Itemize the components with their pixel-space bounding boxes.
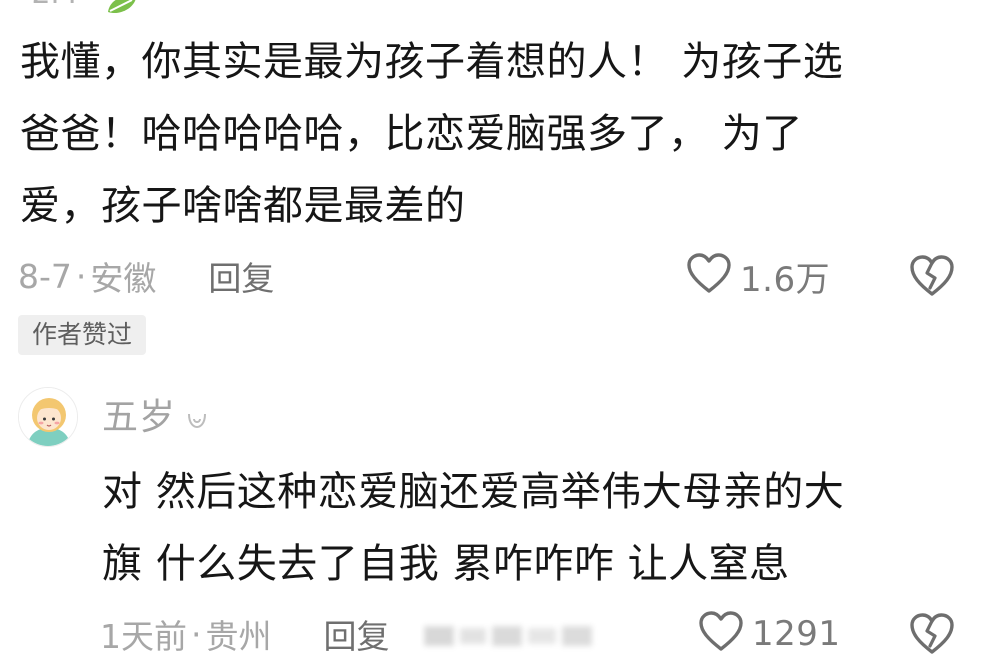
cartoon-girl-avatar <box>19 388 77 446</box>
comment-1-like-count: 1.6万 <box>740 259 831 300</box>
comment-1-body: 我懂，你其实是最为孩子着想的人！ 为孩子选 爸爸！哈哈哈哈哈，比恋爱脑强多了， … <box>20 26 843 242</box>
comment-1-line-1: 我懂，你其实是最为孩子着想的人！ 为孩子选 <box>20 39 844 85</box>
comment-2-dislike-button[interactable] <box>908 612 956 660</box>
comment-2-like-count: 1291 <box>752 614 841 654</box>
comment-1-meta: 8-7 · 安徽 回复 <box>18 256 274 299</box>
avatar[interactable] <box>18 387 78 447</box>
comment-1-line-2: 爸爸！哈哈哈哈哈，比恋爱脑强多了， 为了 <box>20 111 803 157</box>
comment-1-line-3: 爱，孩子啥啥都是最差的 <box>20 183 466 229</box>
small-badge-icon <box>186 410 208 434</box>
comment-2-location: 贵州 <box>205 617 272 656</box>
blurred-watermark <box>420 614 600 654</box>
author-liked-badge: 作者赞过 <box>18 315 147 355</box>
heart-outline-icon <box>698 611 744 657</box>
meta-separator: · <box>75 256 87 296</box>
heart-outline-icon <box>686 253 732 299</box>
comment-2-body: 对 然后这种恋爱脑还爱高举伟大母亲的大 旗 什么失去了自我 累咋咋咋 让人窒息 <box>102 456 844 600</box>
leaf-icon <box>104 0 140 16</box>
comment-2-date: 1天前 <box>100 617 187 656</box>
comment-1-location: 安徽 <box>90 259 157 298</box>
comment-1-reply-button[interactable]: 回复 <box>208 252 274 300</box>
broken-heart-icon <box>908 255 956 302</box>
comment-1-dislike-button[interactable] <box>908 254 956 302</box>
comment-2-username[interactable]: 五岁 <box>102 396 176 440</box>
comment-2-like-button[interactable]: 1291 <box>698 611 841 657</box>
comment-2-meta: 1天前 · 贵州 回复 <box>100 614 390 657</box>
comment-1-like-button[interactable]: 1.6万 <box>686 253 831 300</box>
previous-comment-header: ·2M· <box>0 0 1007 16</box>
meta-separator: · <box>191 614 202 654</box>
comment-2-line-1: 对 然后这种恋爱脑还爱高举伟大母亲的大 <box>102 469 845 515</box>
comment-2-reply-button[interactable]: 回复 <box>324 610 390 658</box>
top-username[interactable]: ·2M· <box>22 0 86 10</box>
broken-heart-icon <box>908 613 956 660</box>
comment-1-date: 8-7 <box>18 256 72 296</box>
comment-2-line-2: 旗 什么失去了自我 累咋咋咋 让人窒息 <box>102 541 790 587</box>
